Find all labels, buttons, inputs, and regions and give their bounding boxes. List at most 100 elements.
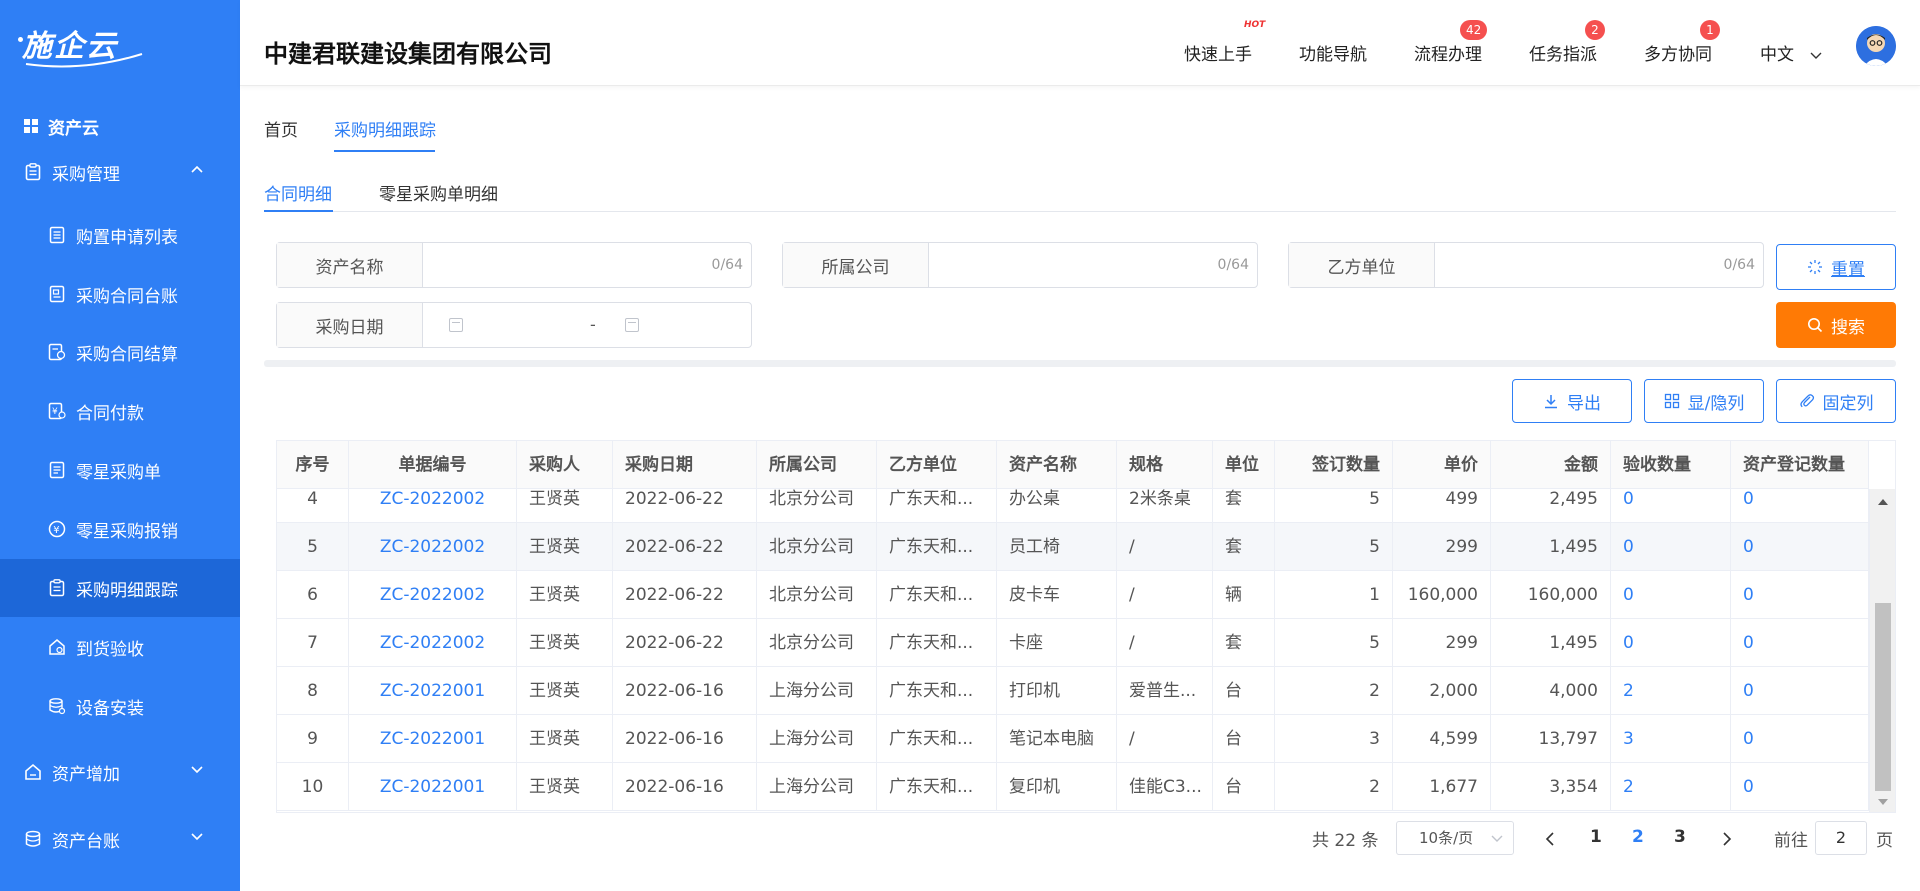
sidebar-item-spot-reimburse[interactable]: ¥ 零星采购报销 [0,500,240,558]
nav-quick-start[interactable]: 快速上手 HOT [1184,20,1265,65]
sidebar-item-label: 到货验收 [76,639,144,660]
table-cell-accepted[interactable]: 0 [1611,571,1731,619]
table-row[interactable]: 7 ZC-2022002 王贤英 2022-06-22 北京分公司 广东天和... 卡座 / 套… [277,619,1869,667]
language-select[interactable]: 中文 [1760,40,1823,65]
sidebar-item-equipment-install[interactable]: 设备安装 [0,677,240,735]
asset-name-input[interactable]: 0/64 [423,243,751,287]
sidebar-item-label: 采购明细跟踪 [76,580,178,601]
page-number-1[interactable]: 1 [1590,827,1602,847]
tab-home[interactable]: 首页 [264,116,298,141]
date-range-input[interactable]: - [423,303,751,347]
table-cell-date: 2022-06-16 [613,715,757,763]
table-cell-company: 北京分公司 [757,523,877,571]
sidebar-group-procurement[interactable]: 采购管理 [0,152,240,192]
tab-spot-purchase-detail[interactable]: 零星采购单明细 [379,180,498,205]
table-cell-registered[interactable]: 0 [1731,667,1869,715]
filter-asset-name: 资产名称 0/64 [276,242,752,288]
table-cell-asset: 办公桌 [997,489,1117,523]
table-cell-registered[interactable]: 0 [1731,489,1869,523]
table-cell-code[interactable]: ZC-2022001 [349,667,517,715]
logo[interactable]: 施企云 [0,0,240,86]
table-cell-registered[interactable]: 0 [1731,763,1869,811]
table-cell-spec: 爱普生... [1117,667,1213,715]
calendar-icon [625,318,639,332]
tab-contract-detail[interactable]: 合同明细 [264,180,332,205]
column-header: 签订数量 [1275,441,1393,489]
export-button[interactable]: 导出 [1512,379,1632,423]
table-row[interactable]: 6 ZC-2022002 王贤英 2022-06-22 北京分公司 广东天和... 皮卡车 /… [277,571,1869,619]
page-size-select[interactable]: 10条/页 [1396,821,1514,855]
column-header: 资产登记数量 [1731,441,1869,489]
sidebar-item-spot-purchase[interactable]: 零星采购单 [0,441,240,499]
pin-columns-button[interactable]: 固定列 [1776,379,1896,423]
table-cell-accepted[interactable]: 0 [1611,489,1731,523]
table-cell-code[interactable]: ZC-2022001 [349,715,517,763]
sidebar-top-asset-cloud[interactable]: 资产云 [0,112,240,140]
company-input[interactable]: 0/64 [929,243,1257,287]
nav-label: 多方协同 [1644,45,1712,65]
page-number-2[interactable]: 2 [1632,827,1644,847]
tab-purchase-tracking[interactable]: 采购明细跟踪 [334,116,436,141]
goto-label: 前往 [1774,831,1808,851]
table-cell-code[interactable]: ZC-2022001 [349,763,517,811]
goto-page-input[interactable]: 2 [1815,821,1867,855]
table-cell-accepted[interactable]: 2 [1611,763,1731,811]
table-cell-buyer: 王贤英 [517,667,613,715]
table-cell-code[interactable]: ZC-2022002 [349,571,517,619]
search-label: 搜索 [1831,317,1865,338]
filter-label: 资产名称 [277,243,423,287]
table-row[interactable]: 8 ZC-2022001 王贤英 2022-06-16 上海分公司 广东天和... 打印机爱… [277,667,1869,715]
search-button[interactable]: 搜索 [1776,302,1896,348]
sidebar-item-arrival-acceptance[interactable]: 到货验收 [0,618,240,676]
toggle-columns-button[interactable]: 显/隐列 [1644,379,1764,423]
table-cell-price: 1,677 [1393,763,1491,811]
party-b-input[interactable]: 0/64 [1435,243,1763,287]
sidebar-item-contract-settlement[interactable]: 采购合同结算 [0,323,240,381]
scroll-thumb[interactable] [1875,603,1891,791]
scroll-down-icon[interactable] [1878,799,1888,805]
table-cell-accepted[interactable]: 0 [1611,619,1731,667]
table-cell-accepted[interactable]: 3 [1611,715,1731,763]
sidebar-item-contract-ledger[interactable]: 采购合同台账 [0,265,240,323]
page-number-3[interactable]: 3 [1674,827,1686,847]
avatar[interactable] [1856,26,1896,66]
table-cell-registered[interactable]: 0 [1731,715,1869,763]
chevron-down-icon [191,833,203,841]
table-cell-qty: 2 [1275,763,1393,811]
grid-icon [24,119,38,133]
table-cell-qty: 5 [1275,619,1393,667]
next-page-icon[interactable] [1722,832,1732,846]
table-cell-registered[interactable]: 0 [1731,571,1869,619]
sidebar-item-purchase-tracking[interactable]: 采购明细跟踪 [0,559,240,617]
sidebar-group-asset-ledger[interactable]: 资产台账 [0,819,240,859]
nav-label: 流程办理 [1414,45,1482,65]
prev-page-icon[interactable] [1545,832,1555,846]
table-cell-accepted[interactable]: 0 [1611,523,1731,571]
filter-purchase-date: 采购日期 - [276,302,752,348]
filter-label: 所属公司 [783,243,929,287]
table-cell-registered[interactable]: 0 [1731,619,1869,667]
pagination-total: 共 22 条 [1312,831,1379,851]
sidebar-item-contract-payment[interactable]: ¥ 合同付款 [0,382,240,440]
table-cell-code[interactable]: ZC-2022002 [349,619,517,667]
table-row[interactable]: 5 ZC-2022002 王贤英 2022-06-22 北京分公司 广东天和... 员工椅 /… [277,523,1869,571]
nav-collaboration[interactable]: 多方协同 1 [1644,20,1720,65]
nav-task-assign[interactable]: 任务指派 2 [1529,20,1605,65]
scroll-up-icon[interactable] [1878,499,1888,505]
table-cell-registered[interactable]: 0 [1731,523,1869,571]
table-cell-code[interactable]: ZC-2022002 [349,489,517,523]
table-cell-code[interactable]: ZC-2022002 [349,523,517,571]
table-cell-spec: 佳能C3... [1117,763,1213,811]
table-cell-accepted[interactable]: 2 [1611,667,1731,715]
table-row[interactable]: 9 ZC-2022001 王贤英 2022-06-16 上海分公司 广东天和... 笔记本电… [277,715,1869,763]
sidebar-group-asset-increase[interactable]: 资产增加 [0,752,240,792]
reset-button[interactable]: 重置 [1776,244,1896,290]
table-row[interactable]: 10 ZC-2022001 王贤英 2022-06-16 上海分公司 广东天和... 复印机… [277,763,1869,811]
table-scrollbar[interactable] [1869,489,1895,812]
filter-company: 所属公司 0/64 [782,242,1258,288]
page-suffix: 页 [1876,831,1893,851]
sidebar-item-purchase-requests[interactable]: 购置申请列表 [0,206,240,264]
table-row[interactable]: 4 ZC-2022002 王贤英 2022-06-22 北京分公司 广东天和... 办公桌 2… [277,489,1869,523]
nav-workflow[interactable]: 流程办理 42 [1414,20,1488,65]
nav-feature-guide[interactable]: 功能导航 [1299,40,1367,65]
